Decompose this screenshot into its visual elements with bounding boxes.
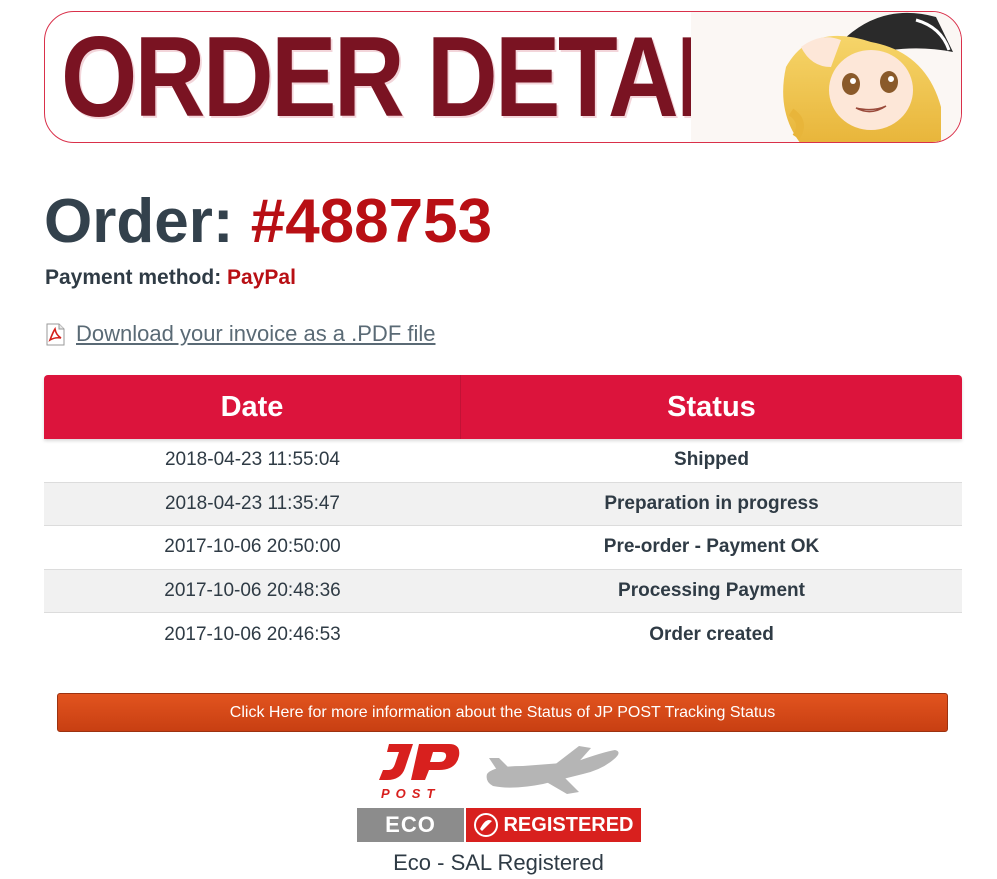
row-date: 2017-10-06 20:48:36	[164, 579, 341, 601]
shipping-method-label: Eco - SAL Registered	[393, 850, 604, 875]
jp-post-logo: POST	[379, 744, 460, 801]
anime-character-illustration	[691, 12, 961, 142]
column-header-status: Status	[667, 390, 756, 423]
eco-badge: ECO	[357, 808, 464, 842]
row-status: Preparation in progress	[604, 492, 819, 514]
order-heading: Order: #488753	[44, 186, 492, 258]
payment-method: Payment method: PayPal	[45, 266, 296, 290]
order-detail-banner: ORDER DETAIL	[44, 11, 962, 143]
order-status-table: Date Status 2018-04-23 11:55:04 Shipped …	[44, 375, 962, 657]
order-number: #488753	[250, 187, 493, 256]
registered-seal-icon	[474, 813, 499, 837]
invoice-download-link[interactable]: Download your invoice as a .PDF file	[76, 321, 436, 347]
row-status: Processing Payment	[618, 579, 805, 601]
table-row: 2018-04-23 11:55:04 Shipped	[44, 439, 962, 483]
airplane-icon	[486, 746, 619, 794]
table-header: Date Status	[44, 375, 962, 439]
order-prefix: Order:	[44, 187, 234, 256]
jp-post-logo-text: POST	[381, 786, 440, 801]
registered-badge: REGISTERED	[466, 808, 641, 842]
row-status: Shipped	[674, 449, 749, 471]
row-status: Order created	[649, 623, 774, 645]
row-date: 2017-10-06 20:46:53	[164, 623, 341, 645]
registered-badge-text: REGISTERED	[503, 813, 634, 836]
row-date: 2018-04-23 11:55:04	[164, 449, 341, 471]
banner-title: ORDER DETAIL	[61, 14, 761, 141]
table-row: 2017-10-06 20:50:00 Pre-order - Payment …	[44, 526, 962, 570]
tracking-info-button[interactable]: Click Here for more information about th…	[57, 693, 948, 732]
table-row: 2017-10-06 20:48:36 Processing Payment	[44, 569, 962, 613]
pdf-file-icon	[46, 323, 65, 345]
payment-method-value: PayPal	[227, 266, 296, 289]
row-status: Pre-order - Payment OK	[603, 536, 820, 558]
invoice-download[interactable]: Download your invoice as a .PDF file	[45, 321, 436, 347]
table-row: 2018-04-23 11:35:47 Preparation in progr…	[44, 482, 962, 526]
table-row: 2017-10-06 20:46:53 Order created	[44, 613, 962, 657]
row-date: 2017-10-06 20:50:00	[164, 536, 341, 558]
payment-method-label: Payment method:	[45, 266, 222, 289]
column-header-date: Date	[44, 375, 461, 439]
row-date: 2018-04-23 11:35:47	[164, 492, 341, 514]
